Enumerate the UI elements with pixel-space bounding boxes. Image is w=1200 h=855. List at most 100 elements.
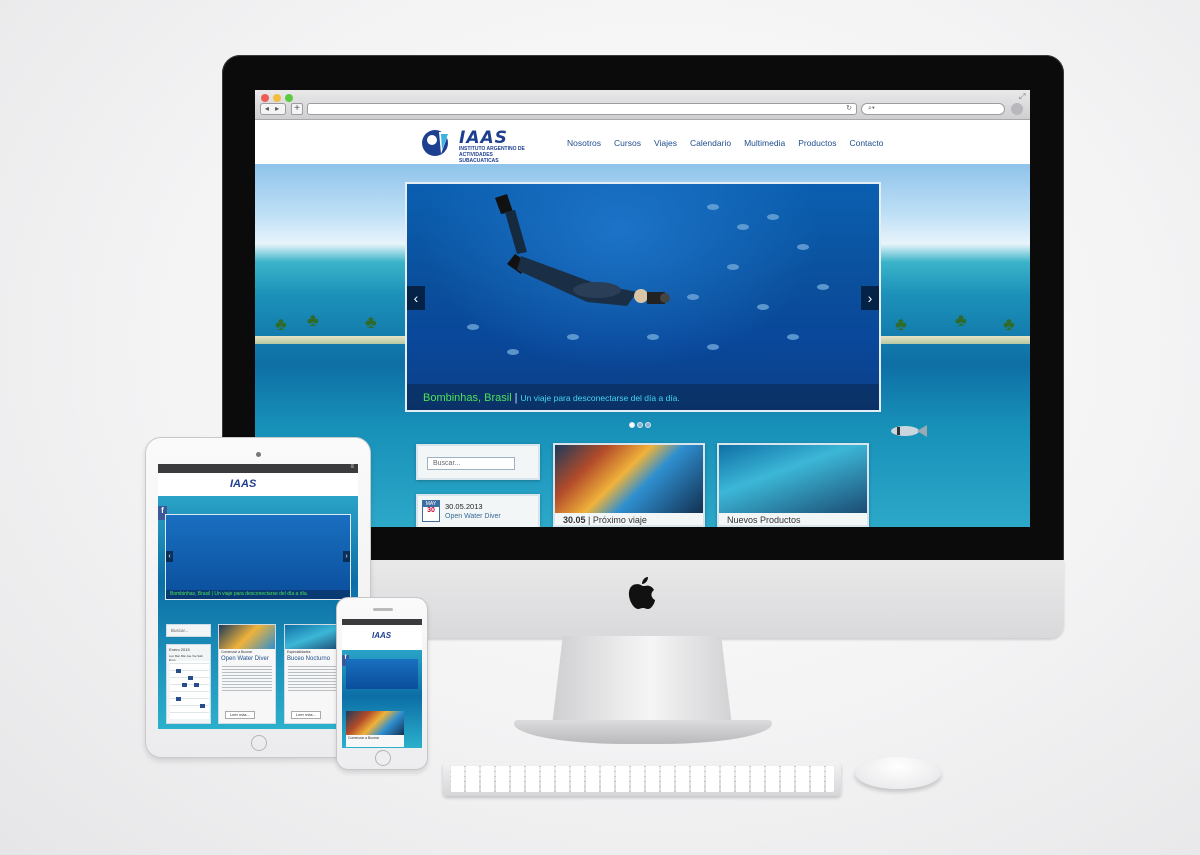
calendar-event-day[interactable] [176, 669, 181, 673]
fish-icon [891, 425, 927, 437]
iphone-speaker [373, 608, 393, 611]
browser-toolbar: ◂ ▸ + ↻ ⌕▾ ⤢ [255, 90, 1030, 120]
course-card-body [222, 665, 272, 693]
site-search-input[interactable]: Buscar... [427, 457, 515, 470]
next-trip-date: 30.05 [563, 515, 586, 525]
slider-next-button[interactable]: › [861, 286, 879, 310]
fish-shape [507, 349, 519, 355]
nav-item-contacto[interactable]: Contacto [849, 138, 883, 148]
course-card-title[interactable]: Buceo Nocturno [285, 655, 341, 663]
fish-shape [707, 204, 719, 210]
calendar-icon: MAY 30 [422, 500, 440, 522]
next-trip-separator: | [588, 515, 591, 525]
island-left [255, 336, 405, 344]
scuba-diver-image [495, 194, 670, 306]
nav-item-viajes[interactable]: Viajes [654, 138, 677, 148]
imac-screen: ◂ ▸ + ↻ ⌕▾ ⤢ IAAS INSTITUTO ARGENTINO DE… [255, 90, 1030, 527]
fish-shape [767, 214, 779, 220]
read-more-button[interactable]: Leer más... [291, 711, 321, 719]
hero-slider[interactable]: ‹ › Bombinhas, Brasil | Un viaje para desc… [405, 182, 881, 412]
site-header: IAAS INSTITUTO ARGENTINO DE ACTIVIDADES … [255, 120, 1030, 164]
iaas-logo-icon[interactable] [421, 128, 453, 158]
calendar-event-day[interactable] [200, 704, 205, 708]
reload-icon[interactable]: ↻ [846, 105, 852, 112]
tablet-course-card[interactable]: Comenzar a Bucear Open Water Diver Leer … [218, 624, 276, 724]
event-title[interactable]: Open Water Diver [445, 513, 501, 520]
tablet-slider-prev[interactable]: ‹ [166, 551, 173, 562]
ipad-home-button[interactable] [251, 735, 267, 751]
address-bar[interactable]: ↻ [307, 103, 857, 115]
palm-tree-icon: ♣ [955, 310, 967, 330]
diving-mask-image [285, 625, 341, 649]
palm-tree-icon: ♣ [895, 314, 907, 334]
fish-shape [647, 334, 659, 340]
close-window-icon[interactable] [261, 94, 269, 102]
tablet-logo[interactable]: IAAS [230, 478, 256, 490]
minimize-window-icon[interactable] [273, 94, 281, 102]
calendar-event-day[interactable] [176, 697, 181, 701]
imac-stand [552, 636, 732, 726]
fish-shape [727, 264, 739, 270]
fish-shape [467, 324, 479, 330]
phone-logo[interactable]: IAAS [372, 631, 391, 640]
slider-caption-subtitle: Un viaje para desconectarse del día a dí… [520, 393, 680, 403]
course-card-title[interactable]: Open Water Diver [219, 655, 275, 663]
slider-dot[interactable] [645, 422, 651, 428]
new-tab-button[interactable]: + [291, 103, 303, 115]
read-more-button[interactable]: Leer más... [225, 711, 255, 719]
fish-shape [707, 344, 719, 350]
tablet-course-card[interactable]: Especialidades Buceo Nocturno Leer más..… [284, 624, 342, 724]
tablet-calendar[interactable]: Enero 2015 Lun Mar Mié Jue Vie Sáb Dom [166, 644, 211, 724]
diving-mask-image [719, 445, 867, 513]
back-forward-buttons[interactable]: ◂ ▸ [260, 103, 286, 115]
slider-dot[interactable] [629, 422, 635, 428]
calendar-event-day[interactable] [182, 683, 187, 687]
search-icon: ⌕▾ [868, 105, 875, 112]
slider-caption: Bombinhas, Brasil | Un viaje para desconec… [407, 384, 879, 410]
fish-shape [817, 284, 829, 290]
next-trip-card[interactable]: 30.05 | Próximo viaje [553, 443, 705, 527]
next-trip-label: Próximo viaje [592, 515, 647, 525]
phone-course-card[interactable]: Comenzar a Bucear [346, 711, 404, 747]
event-date: 30.05.2013 [445, 502, 483, 511]
slider-prev-button[interactable]: ‹ [407, 286, 425, 310]
slider-pagination [629, 422, 651, 428]
slider-caption-title: Bombinhas, Brasil [423, 392, 512, 404]
downloads-icon[interactable] [1011, 103, 1023, 115]
slider-dot[interactable] [637, 422, 643, 428]
zoom-window-icon[interactable] [285, 94, 293, 102]
fullscreen-icon[interactable]: ⤢ [1019, 92, 1025, 102]
nav-item-productos[interactable]: Productos [798, 138, 836, 148]
browser-search-field[interactable]: ⌕▾ [861, 103, 1005, 115]
calendar-event-day[interactable] [194, 683, 199, 687]
fish-shape [737, 224, 749, 230]
nav-item-nosotros[interactable]: Nosotros [567, 138, 601, 148]
menu-icon[interactable]: ≡ [350, 464, 354, 470]
tablet-slider-next[interactable]: › [343, 551, 350, 562]
palm-tree-icon: ♣ [275, 314, 287, 334]
fish-shape [687, 294, 699, 300]
coral-reef-image [219, 625, 275, 649]
iphone-home-button[interactable] [375, 750, 391, 766]
nav-item-multimedia[interactable]: Multimedia [744, 138, 785, 148]
new-products-card[interactable]: Nuevos Productos [717, 443, 869, 527]
slider-caption-separator: | [514, 392, 518, 404]
calendar-widget[interactable]: MAY 30 30.05.2013 Open Water Diver [416, 494, 540, 527]
phone-topbar [342, 619, 422, 625]
phone-slider[interactable] [346, 659, 418, 689]
fish-shape [567, 334, 579, 340]
next-trip-caption: 30.05 | Próximo viaje [563, 515, 647, 525]
tablet-slider[interactable]: ‹ › Bombinhas, Brasil | Un viaje para de… [165, 514, 351, 600]
site-logo-text[interactable]: IAAS [459, 128, 508, 148]
calendar-event-day[interactable] [188, 676, 193, 680]
keyboard [443, 762, 841, 796]
palm-tree-icon: ♣ [1003, 314, 1015, 334]
coral-reef-image [346, 711, 404, 735]
fish-shape [757, 304, 769, 310]
apple-logo-icon [628, 577, 655, 609]
course-card-body [288, 665, 338, 693]
nav-item-calendario[interactable]: Calendario [690, 138, 731, 148]
phone-card-kicker: Comenzar a Bucear [348, 736, 380, 740]
nav-item-cursos[interactable]: Cursos [614, 138, 641, 148]
tablet-search-input[interactable]: Buscar... [166, 624, 211, 637]
